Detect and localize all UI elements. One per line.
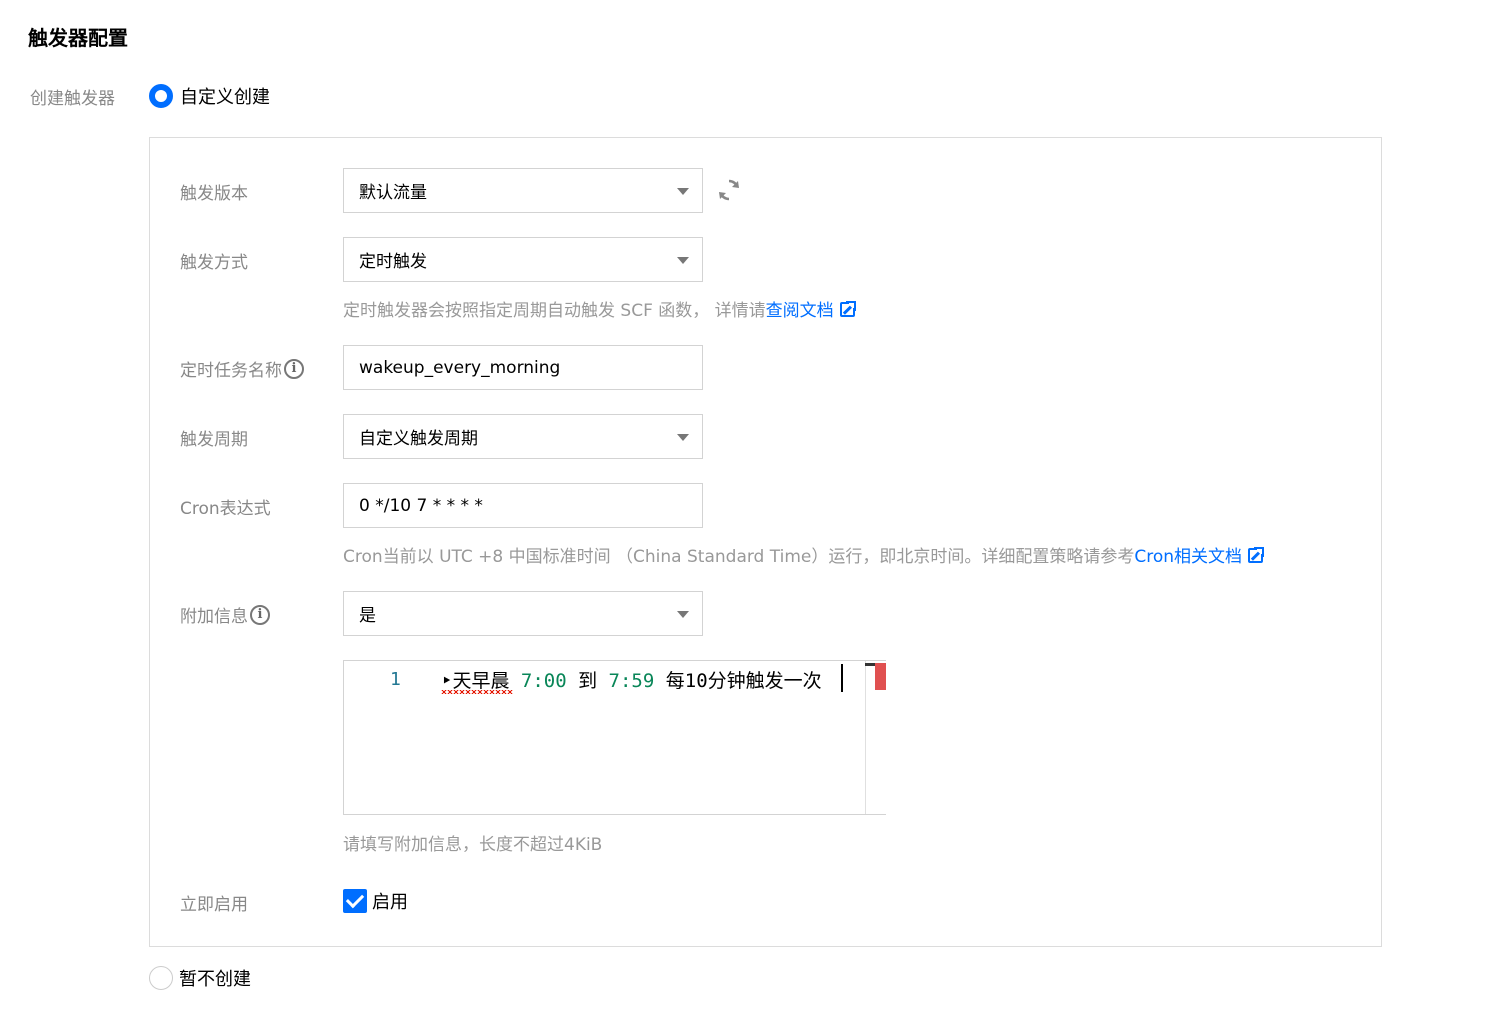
overview-ruler-error-marker — [875, 663, 886, 690]
cron-value: 0 */10 7 * * * * — [359, 495, 483, 516]
cron-doc-link[interactable]: Cron相关文档 — [1134, 547, 1242, 567]
code-text: ‣天早晨 — [441, 670, 521, 692]
text-cursor — [841, 664, 843, 692]
dropdown-caret-icon — [677, 257, 689, 264]
method-doc-link[interactable]: 查阅文档 — [766, 301, 834, 321]
dropdown-caret-icon — [677, 611, 689, 618]
refresh-icon[interactable] — [716, 177, 742, 203]
external-link-icon[interactable] — [839, 300, 857, 317]
version-select-value: 默认流量 — [359, 183, 427, 203]
radio-skip-label: 暂不创建 — [179, 969, 251, 990]
enable-label: 立即启用 — [180, 895, 248, 915]
info-icon[interactable]: i — [284, 358, 304, 379]
period-select[interactable]: 自定义触发周期 — [343, 414, 703, 459]
checkmark-icon[interactable] — [343, 889, 367, 913]
enable-checkbox-label: 启用 — [372, 892, 408, 913]
cron-input[interactable]: 0 */10 7 * * * * — [343, 483, 703, 528]
method-select-value: 定时触发 — [359, 252, 427, 272]
period-label: 触发周期 — [180, 430, 248, 450]
extra-select-value: 是 — [359, 606, 376, 626]
editor-scrollbar-track[interactable] — [865, 661, 866, 814]
version-select[interactable]: 默认流量 — [343, 168, 703, 213]
dropdown-caret-icon — [677, 188, 689, 195]
period-select-value: 自定义触发周期 — [359, 429, 478, 449]
method-label: 触发方式 — [180, 253, 248, 273]
dropdown-caret-icon — [677, 434, 689, 441]
method-select[interactable]: 定时触发 — [343, 237, 703, 282]
code-text: 到 — [566, 670, 609, 692]
extra-label: 附加信息 i — [180, 602, 270, 627]
method-hint-text: 定时触发器会按照指定周期自动触发 SCF 函数， 详情请 — [343, 301, 766, 321]
version-label: 触发版本 — [180, 184, 248, 204]
radio-checked-icon[interactable] — [149, 84, 173, 108]
task-name-label: 定时任务名称 i — [180, 356, 304, 381]
create-trigger-label: 创建触发器 — [30, 89, 115, 109]
info-icon[interactable]: i — [250, 604, 270, 625]
external-link-icon[interactable] — [1248, 546, 1266, 563]
extra-select[interactable]: 是 — [343, 591, 703, 636]
cron-label: Cron表达式 — [180, 499, 271, 519]
task-name-label-text: 定时任务名称 — [180, 361, 282, 381]
enable-checkbox[interactable]: 启用 — [343, 888, 408, 914]
radio-unchecked-icon[interactable] — [149, 966, 173, 990]
code-number: 7:59 — [608, 670, 655, 692]
line-number: 1 — [390, 669, 401, 690]
extra-label-text: 附加信息 — [180, 607, 248, 627]
spellcheck-underline — [441, 690, 513, 694]
task-name-input[interactable]: wakeup_every_morning — [343, 345, 703, 390]
task-name-value: wakeup_every_morning — [359, 357, 561, 378]
radio-skip-create[interactable]: 暂不创建 — [149, 965, 251, 991]
section-title: 触发器配置 — [28, 26, 128, 50]
radio-custom-label: 自定义创建 — [180, 87, 270, 108]
radio-custom-create[interactable]: 自定义创建 — [149, 83, 270, 109]
editor-code-line[interactable]: ‣天早晨 7:00 到 7:59 每10分钟触发一次 — [441, 666, 822, 693]
trigger-config-page: 触发器配置 创建触发器 自定义创建 触发版本 默认流量 触发方式 定时触发 定时… — [0, 0, 1510, 1029]
cron-hint: Cron当前以 UTC +8 中国标准时间 （China Standard Ti… — [343, 542, 1266, 567]
code-text: 每10分钟触发一次 — [654, 670, 822, 692]
cron-hint-text: Cron当前以 UTC +8 中国标准时间 （China Standard Ti… — [343, 547, 1135, 567]
code-number: 7:00 — [520, 670, 567, 692]
editor-hint: 请填写附加信息，长度不超过4KiB — [343, 835, 603, 855]
method-hint: 定时触发器会按照指定周期自动触发 SCF 函数， 详情请查阅文档 — [343, 296, 857, 321]
extra-info-editor[interactable]: 1 ‣天早晨 7:00 到 7:59 每10分钟触发一次 — [343, 660, 886, 815]
